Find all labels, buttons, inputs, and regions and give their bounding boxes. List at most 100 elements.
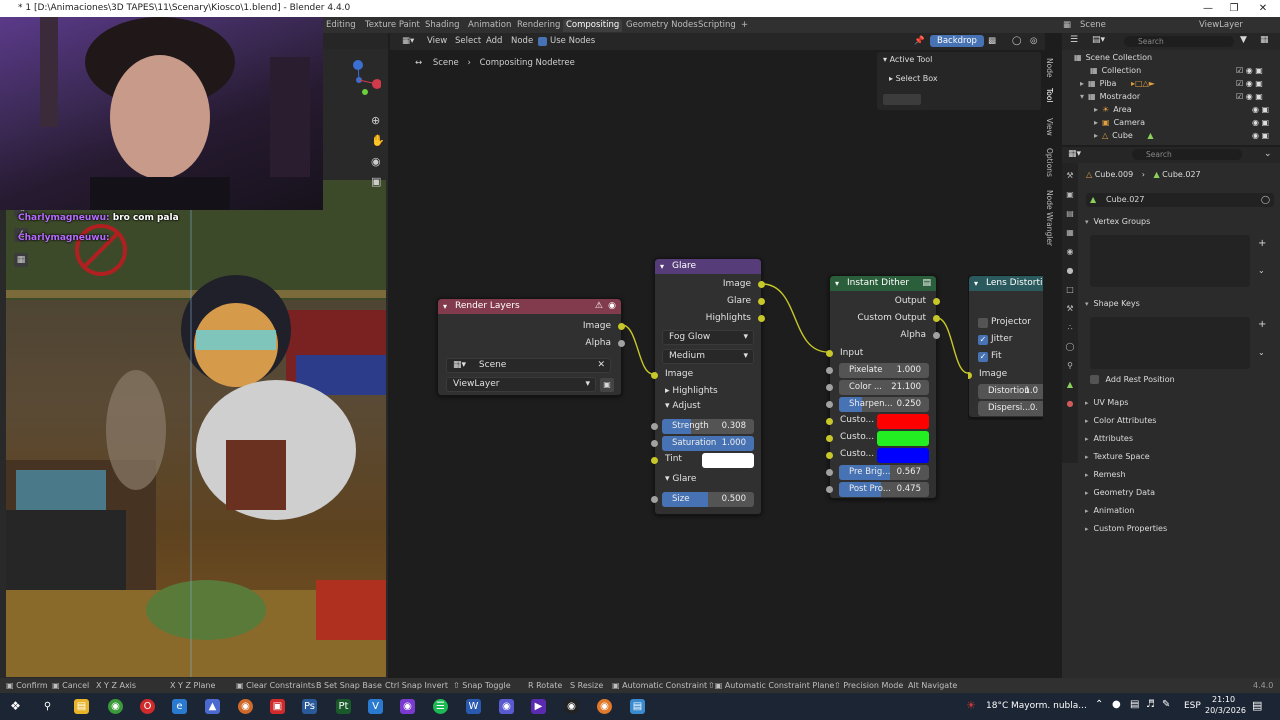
pycharm-icon[interactable]: Pt (336, 699, 351, 714)
projector-checkbox[interactable] (978, 318, 988, 328)
particles-tab-icon[interactable]: ∴ (1062, 318, 1078, 337)
tab-geometry-nodes[interactable]: Geometry Nodes (623, 19, 701, 32)
eye-icon[interactable]: ◉ (608, 299, 616, 314)
usb-icon[interactable]: ▤ (1130, 699, 1139, 710)
render-tab-icon[interactable]: ▣ (1062, 185, 1078, 204)
add-icon[interactable]: + (1258, 319, 1266, 330)
collapse-icon[interactable]: ▾ (443, 299, 447, 314)
sharpen-slider[interactable]: Sharpen... 0.250 (839, 397, 929, 412)
tab-compositing[interactable]: Compositing (563, 19, 623, 32)
vertex-groups-list[interactable] (1090, 235, 1250, 287)
panel-color-attributes[interactable]: ▸ Color Attributes (1085, 412, 1275, 429)
lock-icon[interactable]: ▣ (371, 175, 381, 188)
camera-view-icon[interactable]: ◉ (371, 155, 381, 168)
visibility-row[interactable]: ◉ ▣ (1236, 129, 1276, 142)
visibility-row[interactable]: ☑ ◉ ▣ (1236, 64, 1276, 77)
discord-icon[interactable]: ◉ (499, 699, 514, 714)
glare-panel-toggle[interactable]: ▾ Glare (665, 474, 696, 484)
pixelate-socket[interactable] (826, 367, 833, 374)
search-icon[interactable]: ⚲ (40, 699, 55, 714)
node-group-icon[interactable]: ▤ (922, 276, 931, 291)
add-cube-tool-icon[interactable]: ▦ (14, 253, 28, 267)
panel-custom-properties[interactable]: ▸ Custom Properties (1085, 520, 1275, 537)
blender-icon[interactable]: ◉ (238, 699, 253, 714)
tab-editing[interactable]: Editing (323, 19, 359, 32)
output-alpha-socket[interactable] (933, 332, 940, 339)
tab-scripting[interactable]: Scripting (695, 19, 739, 32)
chevron-down-icon[interactable]: ⌄ (1264, 149, 1272, 159)
language-indicator[interactable]: ESP (1184, 701, 1201, 711)
color-socket[interactable] (826, 384, 833, 391)
minimize-icon[interactable]: — (1195, 0, 1221, 17)
postpro-slider[interactable]: Post Pro... 0.475 (839, 482, 929, 497)
panel-texture-space[interactable]: ▸ Texture Space (1085, 448, 1275, 465)
output-socket[interactable] (933, 298, 940, 305)
lens-distortion-node[interactable]: ▾ Lens Distortio Projector ✓ Jitter ✓ Fi… (968, 275, 1043, 418)
spotify-icon[interactable]: ☰ (433, 699, 448, 714)
add-icon[interactable]: + (1258, 238, 1266, 249)
scene-tab-icon[interactable]: ◉ (1062, 242, 1078, 261)
lens-distortion-header[interactable]: ▾ Lens Distortio (969, 276, 1043, 291)
word-icon[interactable]: W (466, 699, 481, 714)
lens-input-image-socket[interactable] (968, 372, 972, 379)
properties-search-input[interactable]: Search (1132, 149, 1242, 160)
view-layer-tab-icon[interactable]: ▦ (1062, 223, 1078, 242)
panel-remesh[interactable]: ▸ Remesh (1085, 466, 1275, 483)
glare-header[interactable]: ▾ Glare (655, 259, 761, 274)
tab-shading[interactable]: Shading (422, 19, 463, 32)
photoshop-icon[interactable]: Ps (302, 699, 317, 714)
windows-start-icon[interactable]: ❖ (8, 699, 23, 714)
panel-animation[interactable]: ▸ Animation (1085, 502, 1275, 519)
glare-node[interactable]: ▾ Glare Image Glare Highlights Fog Glow … (651, 258, 765, 515)
output-glare-socket[interactable] (758, 298, 765, 305)
custom-color-2-swatch[interactable] (877, 431, 929, 446)
dispersion-slider[interactable]: Dispersi... 0. (978, 401, 1043, 416)
panel-attributes[interactable]: ▸ Attributes (1085, 430, 1275, 447)
outliner-type-icon[interactable]: ☰ (1070, 35, 1078, 45)
clock-date[interactable]: 20/3/2026 (1205, 706, 1246, 715)
add-rest-position-row[interactable]: Add Rest Position (1090, 375, 1175, 384)
instant-dither-node[interactable]: ▾ Instant Dither ▤ Output Custom Output … (826, 275, 940, 499)
tool-tab-icon[interactable]: ⚒ (1062, 166, 1078, 185)
tab-texture-paint[interactable]: Texture Paint (362, 19, 423, 32)
tray-chevron-icon[interactable]: ⌃ (1095, 699, 1103, 710)
file-explorer-icon[interactable]: ▤ (74, 699, 89, 714)
outliner-row-scene-collection[interactable]: ▦ Scene Collection (1074, 51, 1274, 64)
render-icon[interactable]: ▣ (600, 378, 614, 392)
panel-vertex-groups[interactable]: ▾ Vertex Groups (1085, 213, 1275, 230)
chevron-down-icon[interactable]: ⌄ (1258, 348, 1265, 357)
collapse-icon[interactable]: ▾ (660, 259, 664, 274)
viewlayer-dropdown[interactable]: ViewLayer ▾ (446, 377, 596, 392)
pen-icon[interactable]: ✎ (1162, 699, 1170, 710)
properties-type-icon[interactable]: ▦▾ (1068, 149, 1081, 159)
distortion-slider[interactable]: Distortion 1.0 (978, 384, 1043, 399)
strength-slider[interactable]: Strength 0.308 (662, 419, 754, 434)
jitter-checkbox[interactable]: ✓ (978, 335, 988, 345)
filter-icon[interactable]: ▼ (1240, 35, 1247, 45)
panel-shape-keys[interactable]: ▾ Shape Keys (1085, 295, 1275, 312)
custom-output-socket[interactable] (933, 315, 940, 322)
custom-color-1-socket[interactable] (826, 418, 833, 425)
custom-color-3-swatch[interactable] (877, 448, 929, 463)
clock-time[interactable]: 21:10 (1212, 695, 1235, 704)
app-red-icon[interactable]: ▣ (270, 699, 285, 714)
visibility-row[interactable]: ☑ ◉ ▣ (1236, 77, 1276, 90)
chevron-down-icon[interactable]: ⌄ (1258, 266, 1265, 275)
speaker-icon[interactable]: ♬ (1146, 699, 1155, 710)
material-tab-icon[interactable]: ● (1062, 394, 1078, 413)
render-layers-header[interactable]: ▾ Render Layers ⚠ ◉ (438, 299, 621, 314)
tab-rendering[interactable]: Rendering (514, 19, 563, 32)
world-tab-icon[interactable]: ● (1062, 261, 1078, 280)
data-tab-icon[interactable]: ▲ (1062, 375, 1078, 394)
tab-animation[interactable]: Animation (465, 19, 514, 32)
zoom-icon[interactable]: ⊕ (371, 114, 380, 127)
add-rest-position-checkbox[interactable] (1090, 375, 1099, 384)
size-socket[interactable] (651, 496, 658, 503)
pan-hand-icon[interactable]: ✋ (371, 134, 385, 147)
edge-icon[interactable]: e (172, 699, 187, 714)
visibility-row[interactable]: ◉ ▣ (1236, 103, 1276, 116)
chrome-icon[interactable]: ◉ (108, 699, 123, 714)
glare-type-dropdown[interactable]: Fog Glow ▾ (662, 330, 754, 345)
strength-socket[interactable] (651, 423, 658, 430)
output-image-socket[interactable] (618, 323, 625, 330)
